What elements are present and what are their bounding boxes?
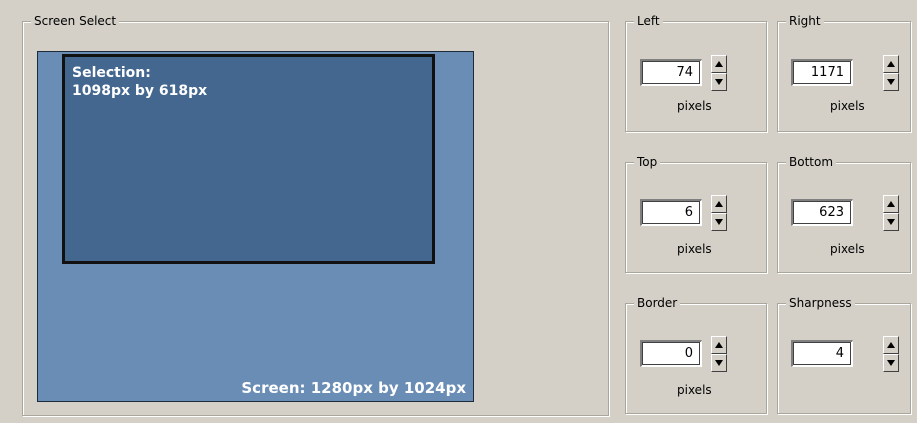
border-title: Border [634,295,681,311]
top-input[interactable]: 6 [640,199,702,226]
left-input[interactable]: 74 [640,59,702,86]
top-unit: pixels [677,242,712,256]
arrow-up-icon [715,342,723,348]
arrow-down-icon [715,79,723,85]
border-decrement-button[interactable] [711,354,727,372]
arrow-down-icon [715,360,723,366]
top-decrement-button[interactable] [711,213,727,231]
sharpness-spinner [883,336,899,372]
sharpness-decrement-button[interactable] [883,354,899,372]
border-increment-button[interactable] [711,336,727,354]
selection-label: Selection: [72,65,151,81]
arrow-up-icon [887,342,895,348]
top-spinner [711,195,727,231]
sharpness-input[interactable]: 4 [791,340,853,367]
left-decrement-button[interactable] [711,73,727,91]
selection-rectangle[interactable]: Selection: 1098px by 618px [62,54,435,264]
right-increment-button[interactable] [883,55,899,73]
right-spinner [883,55,899,91]
bottom-title: Bottom [786,154,837,170]
right-title: Right [786,13,824,29]
screen-select-title: Screen Select [31,13,120,29]
left-spinner [711,55,727,91]
arrow-down-icon [887,79,895,85]
right-decrement-button[interactable] [883,73,899,91]
arrow-up-icon [715,201,723,207]
border-unit: pixels [677,383,712,397]
bottom-decrement-button[interactable] [883,213,899,231]
top-increment-button[interactable] [711,195,727,213]
arrow-up-icon [887,201,895,207]
arrow-up-icon [715,61,723,67]
left-unit: pixels [677,99,712,113]
screen-size-label: Screen: 1280px by 1024px [241,379,466,397]
arrow-down-icon [715,219,723,225]
arrow-down-icon [887,360,895,366]
right-input[interactable]: 1171 [791,59,853,86]
sharpness-increment-button[interactable] [883,336,899,354]
arrow-down-icon [887,219,895,225]
right-unit: pixels [830,99,865,113]
bottom-increment-button[interactable] [883,195,899,213]
sharpness-title: Sharpness [786,295,855,311]
top-title: Top [634,154,661,170]
border-input[interactable]: 0 [640,340,702,367]
screen-preview[interactable]: Selection: 1098px by 618px Screen: 1280p… [37,51,474,402]
bottom-spinner [883,195,899,231]
bottom-input[interactable]: 623 [791,199,853,226]
bottom-unit: pixels [830,242,865,256]
arrow-up-icon [887,61,895,67]
border-spinner [711,336,727,372]
left-title: Left [634,13,663,29]
selection-size: 1098px by 618px [72,83,208,99]
left-increment-button[interactable] [711,55,727,73]
